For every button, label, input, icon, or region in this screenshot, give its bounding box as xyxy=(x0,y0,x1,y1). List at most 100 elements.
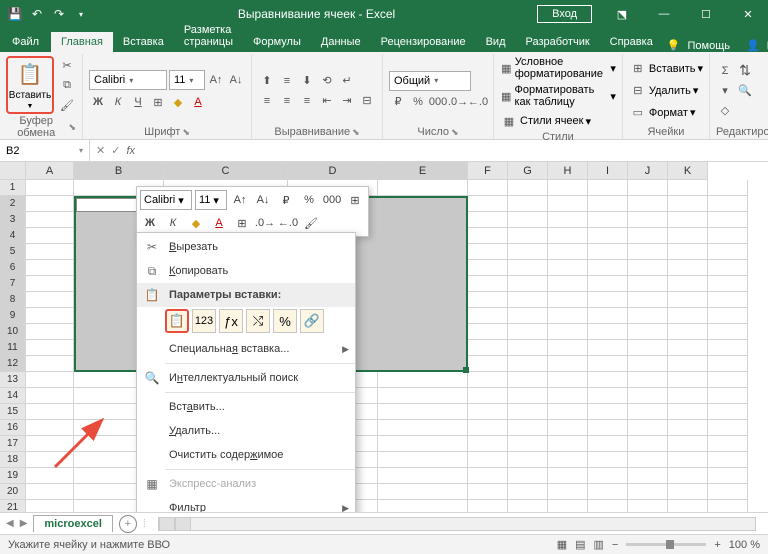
maximize-icon[interactable]: ☐ xyxy=(686,0,726,28)
ribbon-options-icon[interactable]: ⬔ xyxy=(602,0,642,28)
orientation-icon[interactable]: ⟲ xyxy=(318,72,336,90)
col-header[interactable]: F xyxy=(468,162,508,180)
tab-view[interactable]: Вид xyxy=(476,32,516,52)
col-header[interactable]: J xyxy=(628,162,668,180)
underline-icon[interactable]: Ч xyxy=(129,93,147,111)
align-right-icon[interactable]: ≡ xyxy=(298,92,316,110)
worksheet-grid[interactable]: ABCDEFGHIJK 1234567891011121314151617181… xyxy=(0,162,768,512)
row-header[interactable]: 21 xyxy=(0,500,26,512)
col-header[interactable]: B xyxy=(74,162,164,180)
dialog-launcher-icon[interactable]: ⬊ xyxy=(451,127,459,138)
mt-currency-icon[interactable]: ₽ xyxy=(276,190,296,210)
ctx-filter[interactable]: Фильтр▶ xyxy=(137,496,355,512)
ctx-clear[interactable]: Очистить содержимое xyxy=(137,443,355,467)
format-as-table-button[interactable]: ▦Форматировать как таблицу▾ xyxy=(500,84,616,108)
number-format-combo[interactable]: Общий▾ xyxy=(389,71,471,91)
col-header[interactable]: H xyxy=(548,162,588,180)
decrease-indent-icon[interactable]: ⇤ xyxy=(318,92,336,110)
italic-icon[interactable]: К xyxy=(109,93,127,111)
paste-link-icon[interactable]: 🔗 xyxy=(300,309,324,333)
row-header[interactable]: 10 xyxy=(0,324,26,340)
view-layout-icon[interactable]: ▤ xyxy=(575,538,585,551)
tab-insert[interactable]: Вставка xyxy=(113,32,174,52)
view-normal-icon[interactable]: ▦ xyxy=(557,538,567,551)
font-combo[interactable]: Calibri▾ xyxy=(89,70,167,90)
copy-icon[interactable]: ⧉ xyxy=(58,76,76,94)
mt-font-combo[interactable]: Calibri▾ xyxy=(140,190,192,210)
mt-format-painter-icon[interactable]: 🖌 xyxy=(301,213,321,233)
cell-styles-button[interactable]: ▦Стили ячеек▾ xyxy=(500,112,616,130)
tell-me-button[interactable]: 💡 Помощь xyxy=(663,39,738,52)
tab-developer[interactable]: Разработчик xyxy=(516,32,600,52)
decrease-decimal-icon[interactable]: ←.0 xyxy=(469,93,487,111)
row-header[interactable]: 16 xyxy=(0,420,26,436)
align-center-icon[interactable]: ≡ xyxy=(278,92,296,110)
save-icon[interactable]: 💾 xyxy=(6,5,24,23)
sort-filter-icon[interactable]: ⇅ xyxy=(736,62,754,80)
autosum-icon[interactable]: Σ xyxy=(716,62,734,80)
percent-icon[interactable]: % xyxy=(409,93,427,111)
mt-italic-icon[interactable]: К xyxy=(163,213,183,233)
fx-icon[interactable]: fx xyxy=(126,145,135,157)
row-header[interactable]: 13 xyxy=(0,372,26,388)
find-icon[interactable]: 🔍 xyxy=(736,82,754,100)
zoom-slider[interactable] xyxy=(626,543,706,546)
signin-button[interactable]: Вход xyxy=(537,5,592,23)
paste-transpose-icon[interactable]: ⤭ xyxy=(246,309,270,333)
merge-icon[interactable]: ⊟ xyxy=(358,92,376,110)
ctx-cut[interactable]: ✂Вырезать xyxy=(137,235,355,259)
tab-data[interactable]: Данные xyxy=(311,32,371,52)
enter-icon[interactable]: ✓ xyxy=(111,144,120,157)
horizontal-scrollbar[interactable] xyxy=(158,517,756,531)
col-header[interactable]: E xyxy=(378,162,468,180)
paste-button[interactable]: 📋 Вставить ▼ xyxy=(6,56,54,114)
increase-font-icon[interactable]: A↑ xyxy=(207,71,225,89)
undo-icon[interactable]: ↶ xyxy=(28,5,46,23)
col-header[interactable]: C xyxy=(164,162,288,180)
cut-icon[interactable]: ✂ xyxy=(58,56,76,74)
row-header[interactable]: 3 xyxy=(0,212,26,228)
paste-all-icon[interactable]: 📋 xyxy=(165,309,189,333)
row-header[interactable]: 18 xyxy=(0,452,26,468)
mt-border2-icon[interactable]: ⊞ xyxy=(232,213,252,233)
tab-layout[interactable]: Разметка страницы xyxy=(174,20,243,52)
row-header[interactable]: 6 xyxy=(0,260,26,276)
clear-icon[interactable]: ◇ xyxy=(716,102,734,120)
tab-review[interactable]: Рецензирование xyxy=(371,32,476,52)
tab-file[interactable]: Файл xyxy=(0,32,51,52)
mt-font-color-icon[interactable]: A xyxy=(209,213,229,233)
ctx-insert[interactable]: Вставить... xyxy=(137,395,355,419)
format-cells-button[interactable]: ▭Формат▾ xyxy=(629,104,703,122)
mt-decimal2-icon[interactable]: ←.0 xyxy=(278,213,298,233)
paste-formulas-icon[interactable]: ƒx xyxy=(219,309,243,333)
col-header[interactable]: G xyxy=(508,162,548,180)
sheet-nav-next-icon[interactable]: ▶ xyxy=(20,518,28,529)
row-header[interactable]: 2 xyxy=(0,196,26,212)
fill-color-icon[interactable]: ◆ xyxy=(169,93,187,111)
row-header[interactable]: 20 xyxy=(0,484,26,500)
row-header[interactable]: 17 xyxy=(0,436,26,452)
mt-fill-icon[interactable]: ◆ xyxy=(186,213,206,233)
mt-decimal1-icon[interactable]: .0→ xyxy=(255,213,275,233)
dialog-launcher-icon[interactable]: ⬊ xyxy=(182,127,190,138)
sheet-nav-prev-icon[interactable]: ◀ xyxy=(6,518,14,529)
format-painter-icon[interactable]: 🖌 xyxy=(58,96,76,114)
row-header[interactable]: 9 xyxy=(0,308,26,324)
mt-increase-font-icon[interactable]: A↑ xyxy=(230,190,250,210)
wrap-text-icon[interactable]: ↵ xyxy=(338,72,356,90)
row-header[interactable]: 7 xyxy=(0,276,26,292)
dialog-launcher-icon[interactable]: ⬊ xyxy=(68,122,76,133)
paste-values-icon[interactable]: 123 xyxy=(192,309,216,333)
share-button[interactable]: 👤 Поделиться xyxy=(742,39,768,52)
col-header[interactable]: K xyxy=(668,162,708,180)
row-header[interactable]: 1 xyxy=(0,180,26,196)
close-icon[interactable]: ✕ xyxy=(728,0,768,28)
font-size-combo[interactable]: 11▾ xyxy=(169,70,205,90)
comma-icon[interactable]: 000 xyxy=(429,93,447,111)
row-header[interactable]: 15 xyxy=(0,404,26,420)
align-middle-icon[interactable]: ≡ xyxy=(278,72,296,90)
view-pagebreak-icon[interactable]: ▥ xyxy=(594,538,604,551)
dialog-launcher-icon[interactable]: ⬊ xyxy=(352,127,360,138)
row-header[interactable]: 4 xyxy=(0,228,26,244)
align-left-icon[interactable]: ≡ xyxy=(258,92,276,110)
